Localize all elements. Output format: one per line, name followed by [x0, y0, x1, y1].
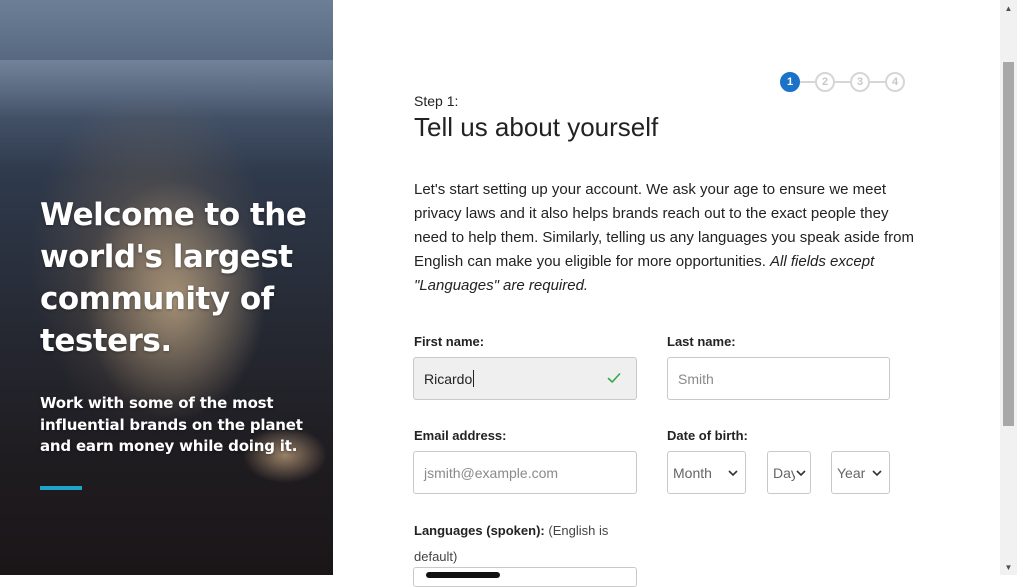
chevron-down-icon	[872, 470, 882, 477]
triangle-up-icon[interactable]: ▲	[1000, 0, 1017, 16]
email-input[interactable]: jsmith@example.com	[413, 451, 637, 494]
dob-label: Date of birth:	[667, 428, 748, 443]
dob-day-value: Day	[773, 464, 795, 481]
dob-day-select[interactable]: Day	[767, 451, 811, 494]
step-connector	[870, 81, 885, 83]
step-2-indicator: 2	[815, 72, 835, 92]
chevron-down-icon	[728, 470, 738, 477]
text-caret	[473, 370, 475, 387]
step-1-indicator: 1	[780, 72, 800, 92]
last-name-input[interactable]: Smith	[667, 357, 890, 400]
step-connector	[835, 81, 850, 83]
first-name-input[interactable]: Ricardo	[413, 357, 637, 400]
page-title: Tell us about yourself	[414, 112, 659, 142]
step-connector	[800, 81, 815, 83]
languages-label: Languages (spoken): (English is default)	[414, 518, 644, 570]
progress-stepper: 1 2 3 4	[780, 72, 905, 92]
step-4-indicator: 4	[885, 72, 905, 92]
step-label: Step 1:	[414, 93, 459, 109]
first-name-label: First name:	[414, 334, 485, 349]
languages-label-text: Languages (spoken):	[414, 523, 545, 538]
first-name-value: Ricardo	[424, 370, 473, 387]
dob-month-select[interactable]: Month	[667, 451, 746, 494]
dob-month-value: Month	[673, 464, 712, 481]
hero-panel: Welcome to the world's largest community…	[0, 0, 333, 575]
chevron-down-icon	[796, 470, 806, 477]
scrollbar-thumb[interactable]	[1003, 62, 1014, 426]
hero-background-mountains	[0, 60, 333, 120]
last-name-placeholder: Smith	[678, 370, 714, 387]
window-gutter	[1017, 0, 1034, 575]
step-3-indicator: 3	[850, 72, 870, 92]
triangle-down-icon[interactable]: ▼	[1000, 559, 1017, 575]
dob-year-select[interactable]: Year	[831, 451, 890, 494]
last-name-label: Last name:	[667, 334, 736, 349]
check-icon	[607, 373, 621, 383]
languages-selected-chip[interactable]	[426, 572, 500, 578]
hero-accent-bar	[40, 486, 82, 490]
email-label: Email address:	[414, 428, 507, 443]
dob-year-value: Year	[837, 464, 866, 481]
email-placeholder: jsmith@example.com	[424, 464, 559, 481]
intro-paragraph: Let's start setting up your account. We …	[414, 178, 914, 298]
hero-subtitle: Work with some of the most influential b…	[40, 394, 303, 455]
vertical-scrollbar[interactable]: ▲ ▼	[1000, 0, 1017, 575]
hero-title: Welcome to the world's largest community…	[40, 197, 307, 359]
